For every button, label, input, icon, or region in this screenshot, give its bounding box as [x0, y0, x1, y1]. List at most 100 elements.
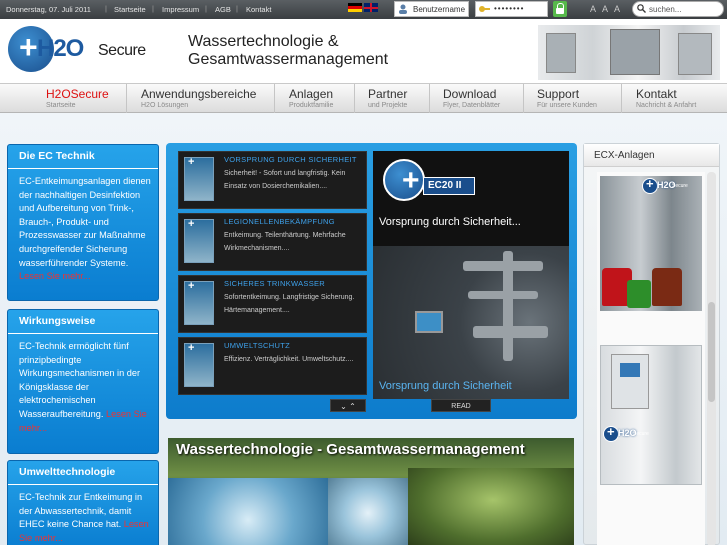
slider-item-desc: Sicherheit! - Sofort und langfristig. Ke… — [224, 170, 346, 190]
link-agb[interactable]: AGB — [215, 5, 231, 14]
box-text: EC-Technik zur Entkeimung in der Abwasse… — [19, 491, 155, 545]
slider-item[interactable]: SICHERES TRINKWASSER Sofortentkeimung. L… — [178, 275, 367, 333]
logo-secure: Secure — [98, 42, 146, 59]
droplets-image — [328, 478, 408, 545]
nav-item-partner[interactable]: Partner und Projekte — [354, 84, 429, 114]
box-text: EC-Technik ermöglicht fünf prinzipbeding… — [19, 340, 155, 435]
h2o-secure-badge: H2O Secure — [642, 176, 692, 194]
ecx-unit-image[interactable]: H2O Secure — [600, 176, 702, 311]
slider-item-desc: Sofortentkeimung. Langfristige Sicherung… — [224, 294, 355, 314]
slider-item-title: VORSPRUNG DURCH SICHERHEIT — [224, 155, 357, 164]
font-size-large-button[interactable]: A — [614, 4, 620, 14]
water-banner: Wassertechnologie - Gesamtwassermanageme… — [168, 438, 574, 545]
info-box-umwelttechnologie: Umwelttechnologie EC-Technik zur Entkeim… — [7, 460, 159, 545]
nav-title: Anwendungsbereiche — [141, 87, 257, 101]
brochure-thumbnail — [184, 280, 214, 325]
feature-slider: VORSPRUNG DURCH SICHERHEIT Sicherheit! -… — [166, 143, 577, 419]
leaf-image — [408, 468, 574, 545]
brochure-thumbnail — [184, 218, 214, 263]
nav-subtitle: H2O Lösungen — [141, 102, 189, 109]
read-more-link[interactable]: Lesen Sie mehr... — [19, 271, 91, 281]
link-impressum[interactable]: Impressum — [162, 5, 199, 14]
brochure-thumbnail — [184, 342, 214, 387]
ec20-logo-circle: + — [383, 159, 425, 201]
username-placeholder: Benutzername — [413, 5, 466, 14]
search-icon — [637, 4, 646, 15]
font-size-medium-button[interactable]: A — [602, 4, 608, 14]
search-placeholder: suchen... — [649, 5, 682, 14]
nav-title: Support — [537, 87, 580, 101]
nav-title: Partner — [368, 87, 408, 101]
nav-subtitle: Flyer, Datenblätter — [443, 102, 501, 109]
brochure-thumbnail — [184, 156, 214, 201]
logo-plus: + — [19, 29, 38, 65]
site-header: + H2O Secure Wassertechnologie & Gesamtw… — [0, 19, 727, 83]
font-size-small-button[interactable]: A — [590, 4, 596, 14]
slogan-line-1: Wassertechnologie & — [188, 33, 339, 50]
user-icon — [397, 4, 409, 14]
nav-item-download[interactable]: Download Flyer, Datenblätter — [429, 84, 523, 114]
header-slogan: Wassertechnologie & Gesamtwassermanageme… — [188, 33, 388, 69]
ec20-badge: EC20 II — [423, 177, 475, 195]
nav-title: Anlagen — [289, 87, 334, 101]
slider-main-image[interactable]: + EC20 II Vorsprung durch Sicherheit... … — [373, 151, 569, 399]
slider-item[interactable]: UMWELTSCHUTZ Effizienz. Verträglichkeit.… — [178, 337, 367, 395]
key-icon — [478, 4, 490, 14]
slider-item-desc: Effizienz. Verträglichkeit. Umweltschutz… — [224, 356, 354, 363]
main-navigation: H2OSecure Startseite Anwendungsbereiche … — [0, 83, 727, 114]
nav-subtitle: Nachricht & Anfahrt — [636, 102, 697, 109]
panel-title: ECX-Anlagen — [584, 144, 719, 167]
info-box-wirkungsweise: Wirkungsweise EC-Technik ermöglicht fünf… — [7, 309, 159, 454]
current-date: Donnerstag, 07. Juli 2011 — [6, 5, 91, 14]
box-title: Die EC Technik — [8, 145, 158, 169]
read-button[interactable]: READ — [431, 399, 491, 412]
nav-subtitle: Für unsere Kunden — [537, 102, 597, 109]
nav-subtitle: Produktfamilie — [289, 102, 334, 109]
nav-subtitle: und Projekte — [368, 102, 408, 109]
slider-arrows-button[interactable]: ⌄ ⌃ — [330, 399, 366, 412]
banner-title: Wassertechnologie - Gesamtwassermanageme… — [176, 441, 525, 458]
slide-caption-top: Vorsprung durch Sicherheit... — [379, 216, 521, 228]
link-kontakt[interactable]: Kontakt — [246, 5, 271, 14]
h2osecure-logo[interactable]: + H2O Secure — [8, 26, 146, 74]
slider-item-title: LEGIONELLENBEKÄMPFUNG — [224, 217, 335, 226]
slider-item-title: UMWELTSCHUTZ — [224, 341, 290, 350]
nav-title: Kontakt — [636, 87, 677, 101]
password-mask: •••••••• — [494, 4, 525, 13]
top-bar: Donnerstag, 07. Juli 2011 | Startseite |… — [0, 0, 727, 19]
slider-item[interactable]: LEGIONELLENBEKÄMPFUNG Entkeimung. Teilen… — [178, 213, 367, 271]
slide-caption-bottom: Vorsprung durch Sicherheit — [379, 380, 512, 392]
nav-item-h2osecure[interactable]: H2OSecure Startseite — [6, 84, 109, 114]
login-lock-button[interactable] — [553, 1, 567, 17]
info-box-ec-technik: Die EC Technik EC-Entkeimungsanlagen die… — [7, 144, 159, 301]
control-screen — [415, 311, 443, 333]
nav-title: H2OSecure — [46, 87, 109, 101]
logo-h2o: H2O — [37, 35, 84, 62]
box-body: EC-Technik ermöglicht fünf prinzipbeding… — [19, 341, 141, 419]
nav-item-anlagen[interactable]: Anlagen Produktfamilie — [274, 84, 354, 114]
scrollbar-thumb[interactable] — [708, 302, 715, 402]
link-startseite[interactable]: Startseite — [114, 5, 146, 14]
german-flag-icon[interactable] — [348, 3, 362, 12]
password-field[interactable]: •••••••• — [475, 1, 548, 17]
ecx-panel: ECX-Anlagen H2O Secure H2O Secure — [583, 143, 720, 545]
nav-item-kontakt[interactable]: Kontakt Nachricht & Anfahrt — [621, 84, 727, 114]
water-image — [168, 478, 328, 545]
search-input[interactable]: suchen... — [632, 1, 724, 17]
separator: | — [205, 4, 207, 13]
ecx-unit-image[interactable]: H2O Secure — [600, 345, 702, 485]
slider-item-title: SICHERES TRINKWASSER — [224, 279, 326, 288]
slider-item[interactable]: VORSPRUNG DURCH SICHERHEIT Sicherheit! -… — [178, 151, 367, 209]
english-flag-icon[interactable] — [364, 3, 378, 12]
nav-subtitle: Startseite — [46, 102, 76, 109]
username-field[interactable]: Benutzername — [394, 1, 469, 17]
nav-item-anwendungsbereiche[interactable]: Anwendungsbereiche H2O Lösungen — [126, 84, 274, 114]
h2o-secure-badge: H2O Secure — [603, 424, 653, 442]
nav-item-support[interactable]: Support Für unsere Kunden — [523, 84, 621, 114]
separator: | — [152, 4, 154, 13]
gallery-scrollbar[interactable] — [707, 172, 716, 545]
slider-item-desc: Entkeimung. Teilenthärtung. Mehrfache Wi… — [224, 232, 346, 252]
separator: | — [236, 4, 238, 13]
box-title: Umwelttechnologie — [8, 461, 158, 485]
box-body: EC-Entkeimungsanlagen dienen der nachhal… — [19, 176, 151, 268]
